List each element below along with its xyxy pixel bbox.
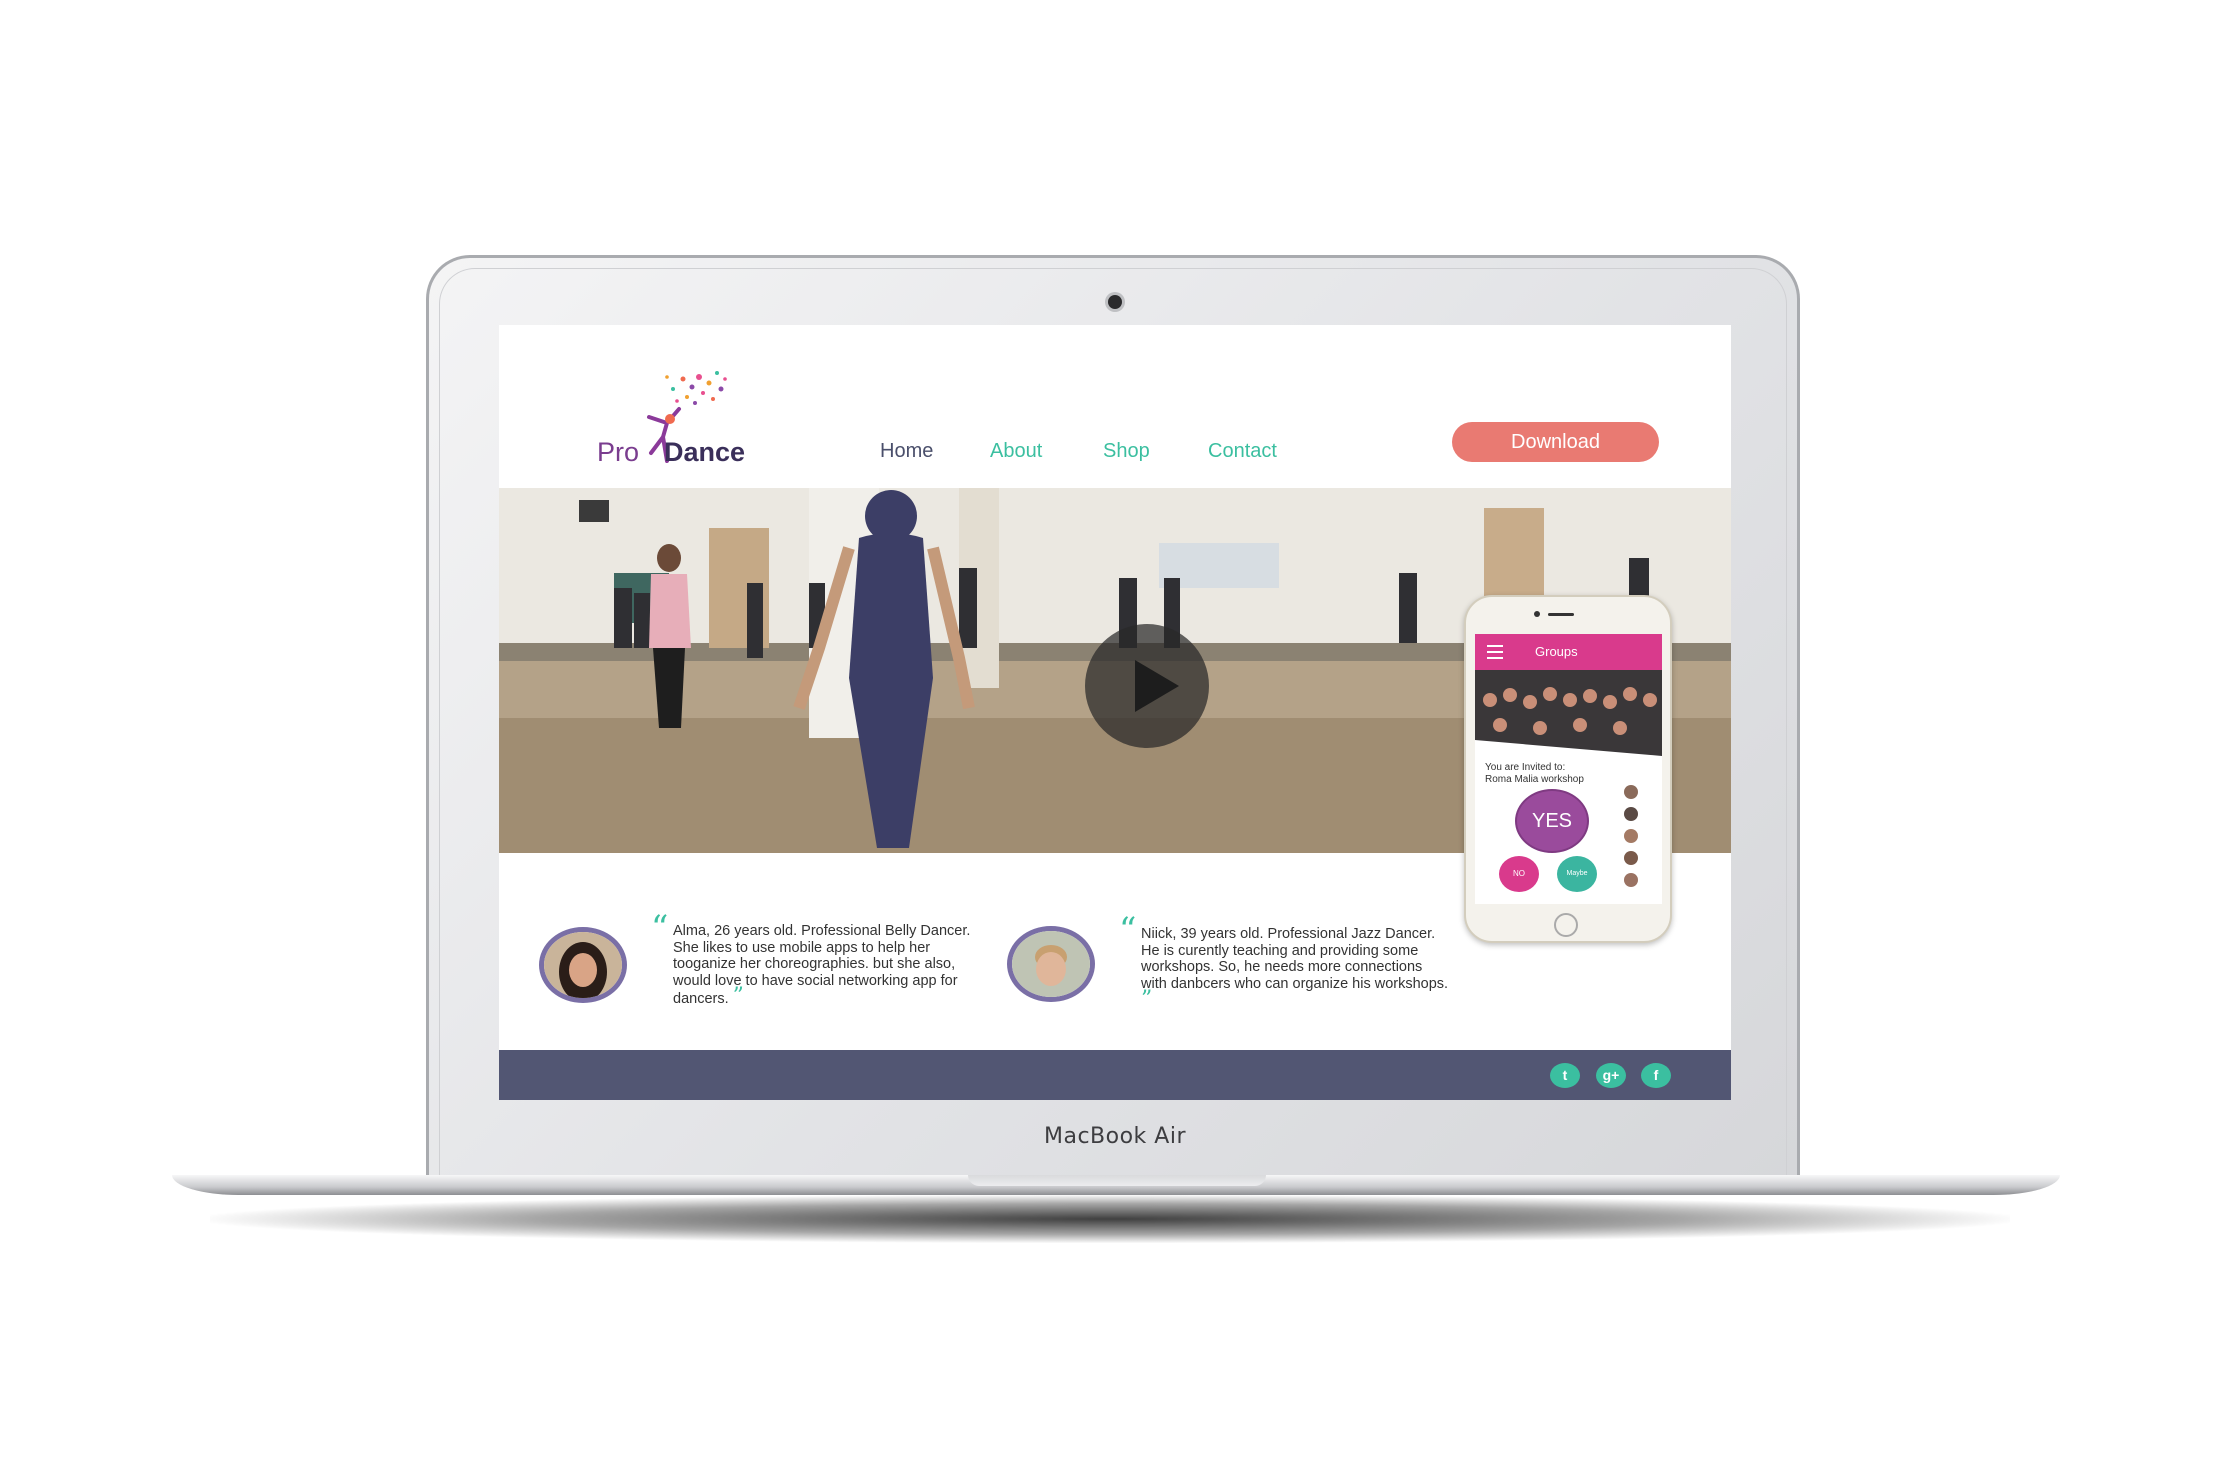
attendee-avatars <box>1624 785 1638 887</box>
laptop-brand-label: MacBook Air <box>1043 1124 1186 1149</box>
footer: t g+ f <box>499 1050 1731 1100</box>
nav-home[interactable]: Home <box>880 440 933 463</box>
avatar-niick <box>1007 926 1095 1002</box>
nav-contact[interactable]: Contact <box>1208 440 1277 463</box>
phone-speaker <box>1548 613 1574 616</box>
quote-close-icon: ” <box>732 984 744 1009</box>
quote-open-icon: “ <box>651 908 669 948</box>
phone-screen: Groups You are Invited to: Roma Malia wo… <box>1475 634 1662 904</box>
avatar-alma <box>539 927 627 1003</box>
no-button[interactable]: NO <box>1499 856 1539 892</box>
nav-shop[interactable]: Shop <box>1103 440 1150 463</box>
hamburger-menu-icon[interactable] <box>1487 645 1503 659</box>
phone-invite-text: You are Invited to: Roma Malia workshop <box>1485 762 1584 785</box>
website-screen: Pro Dance Home About Shop Contact Downlo… <box>499 325 1731 1100</box>
laptop-shadow <box>210 1195 2010 1243</box>
facebook-icon[interactable]: f <box>1641 1063 1671 1088</box>
testimonial-alma: Alma, 26 years old. Professional Belly D… <box>673 923 971 1009</box>
maybe-button[interactable]: Maybe <box>1557 856 1597 892</box>
phone-home-button <box>1554 913 1578 937</box>
phone-header: Groups <box>1475 634 1662 670</box>
nav-about[interactable]: About <box>990 440 1042 463</box>
twitter-icon[interactable]: t <box>1550 1063 1580 1088</box>
google-plus-icon[interactable]: g+ <box>1596 1063 1626 1088</box>
quote-open-icon: “ <box>1119 910 1137 950</box>
laptop-notch <box>968 1175 1266 1186</box>
phone-camera <box>1534 611 1540 617</box>
download-button[interactable]: Download <box>1452 422 1659 462</box>
logo-text-pro: Pro <box>597 437 640 467</box>
phone-header-title: Groups <box>1535 644 1578 659</box>
testimonial-niick: Niick, 39 years old. Professional Jazz D… <box>1141 926 1449 1012</box>
phone-mockup: Groups You are Invited to: Roma Malia wo… <box>1464 595 1672 943</box>
group-photo <box>1475 670 1662 756</box>
yes-button[interactable]: YES <box>1515 789 1589 853</box>
play-icon <box>1135 660 1179 712</box>
logo-text-dance: Dance <box>664 437 746 467</box>
quote-close-icon: ” <box>1141 987 1153 1012</box>
webcam <box>1108 295 1122 309</box>
